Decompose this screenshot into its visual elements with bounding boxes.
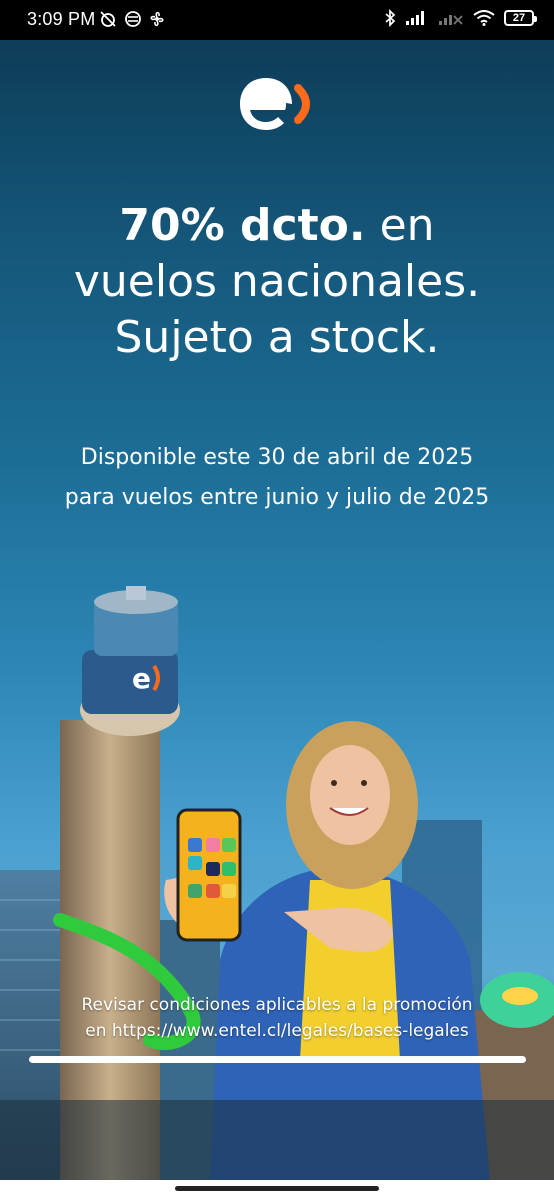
alarm-off-icon (100, 11, 116, 27)
promo-story[interactable]: 70% dcto. en vuelos nacionales. Sujeto a… (0, 40, 554, 1180)
status-bar: 3:09 PM 27 (0, 0, 554, 40)
availability-line-2: para vuelos entre junio y julio de 2025 (64, 485, 490, 510)
story-progress-bar (29, 1056, 526, 1063)
signal-icon (406, 11, 424, 25)
headline-en: en (365, 200, 435, 251)
fan-icon (150, 11, 164, 27)
status-system-icons: 27 (384, 9, 537, 27)
status-notification-icons (98, 10, 166, 28)
battery-icon: 27 (504, 10, 537, 26)
promo-availability: Disponible este 30 de abril de 2025 para… (0, 438, 554, 518)
legal-line-2: en https://www.entel.cl/legales/bases-le… (85, 1021, 469, 1041)
promo-photo: e (0, 586, 554, 1180)
bluetooth-icon (385, 9, 396, 27)
battery-level: 27 (512, 12, 526, 24)
status-time: 3:09 PM (27, 9, 96, 29)
promo-headline: 70% dcto. en vuelos nacionales. Sujeto a… (0, 198, 554, 366)
availability-line-1: Disponible este 30 de abril de 2025 (80, 445, 474, 470)
gesture-nav-bar (0, 1180, 554, 1200)
promo-legal-notice: Revisar condiciones aplicables a la prom… (0, 992, 554, 1044)
entel-logo (240, 78, 310, 130)
wifi-icon (473, 10, 495, 26)
svg-text:e: e (132, 662, 151, 695)
headline-line-2: vuelos nacionales. (73, 256, 481, 307)
headline-line-3: Sujeto a stock. (114, 312, 440, 363)
app-notification-icon (125, 11, 141, 27)
signal-no-service-icon (439, 15, 463, 25)
headline-discount: 70% dcto. (119, 200, 366, 251)
legal-line-1: Revisar condiciones aplicables a la prom… (81, 995, 473, 1015)
home-indicator[interactable] (175, 1186, 379, 1191)
